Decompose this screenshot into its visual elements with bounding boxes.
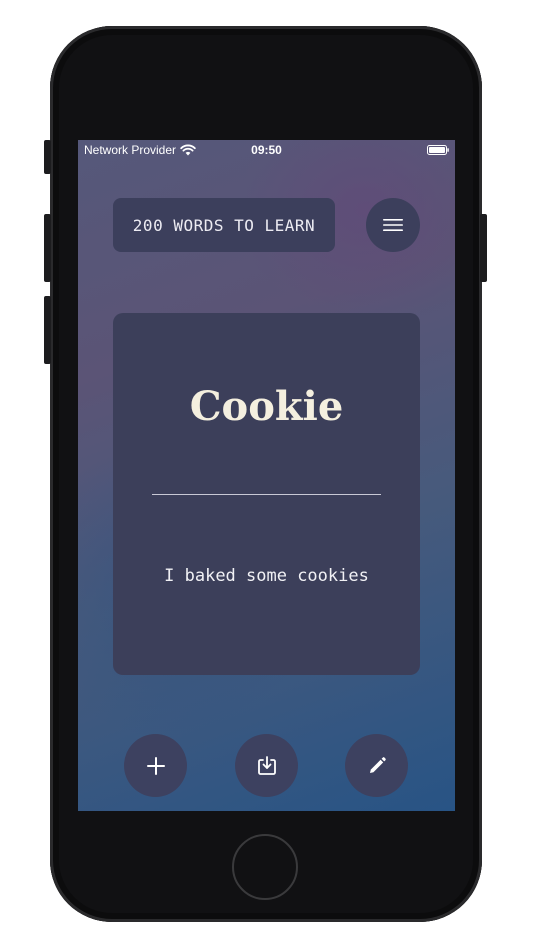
- add-button[interactable]: [124, 734, 187, 797]
- edit-button[interactable]: [345, 734, 408, 797]
- menu-button[interactable]: [366, 198, 420, 252]
- hamburger-menu-icon: [383, 219, 403, 231]
- card-divider: [152, 494, 381, 495]
- words-to-learn-title[interactable]: 200 WORDS TO LEARN: [113, 198, 335, 252]
- mute-switch: [44, 140, 51, 174]
- status-bar: Network Provider 09:50: [78, 140, 455, 160]
- status-time: 09:50: [251, 143, 282, 157]
- home-button[interactable]: [232, 834, 298, 900]
- battery-icon: [427, 145, 449, 155]
- plus-icon: [146, 756, 165, 775]
- word-text: Cookie: [189, 383, 344, 430]
- power-button: [480, 214, 487, 282]
- words-to-learn-label: 200 WORDS TO LEARN: [132, 215, 316, 235]
- import-button[interactable]: [235, 734, 298, 797]
- volume-down-button: [44, 296, 51, 364]
- pencil-icon: [369, 756, 386, 773]
- download-tray-icon: [257, 755, 276, 775]
- example-sentence: I baked some cookies: [164, 566, 369, 586]
- app-screen: Network Provider 09:50 200 WORDS TO LEAR…: [78, 140, 455, 811]
- word-card[interactable]: Cookie I baked some cookies: [113, 313, 420, 675]
- volume-up-button: [44, 214, 51, 282]
